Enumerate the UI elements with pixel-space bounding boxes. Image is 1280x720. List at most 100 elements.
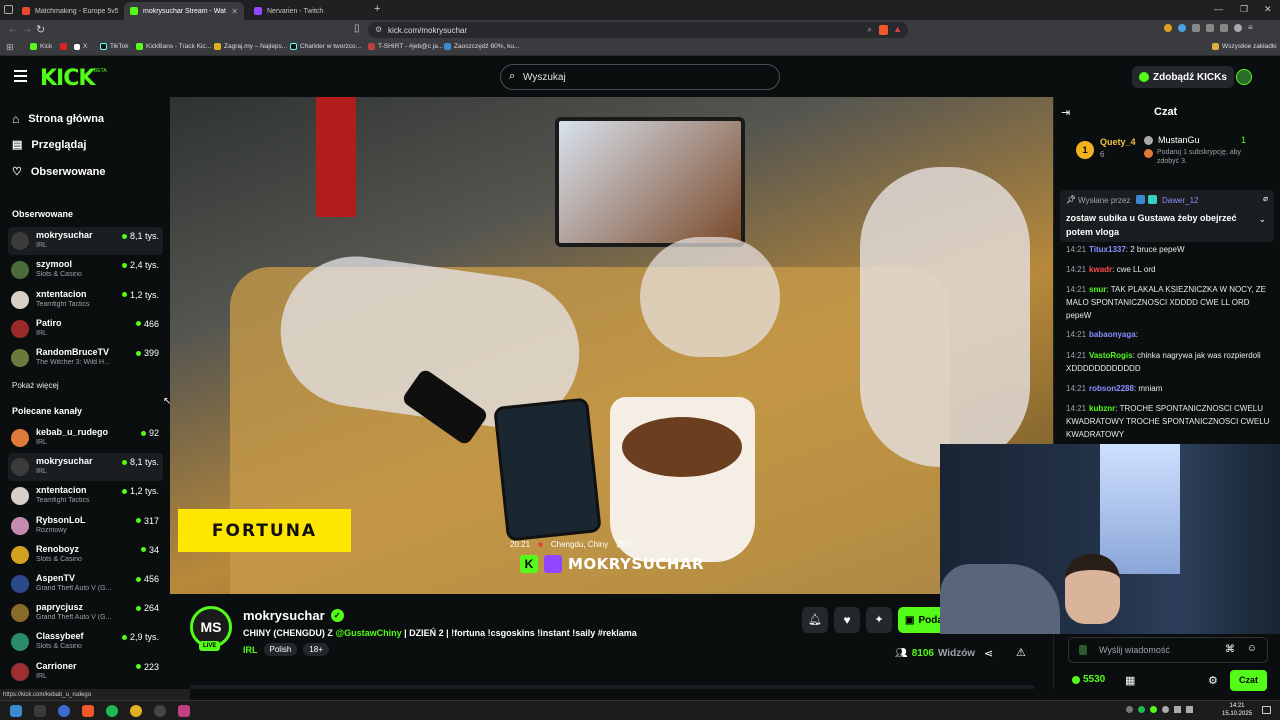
back-icon[interactable]: ← bbox=[8, 24, 18, 35]
new-tab-button[interactable]: + bbox=[374, 3, 380, 15]
user-avatar[interactable] bbox=[1236, 69, 1252, 85]
tag-chip[interactable]: Polish bbox=[263, 643, 298, 656]
apps-grid-icon[interactable]: ⊞ bbox=[6, 42, 14, 53]
chat-message[interactable]: 14:21 snur: TAK PLAKALA KSIEZNICZKA W NOC… bbox=[1066, 283, 1272, 322]
sidebar-channel[interactable]: RandomBruceTV The Witcher 3: Wild H... 399 bbox=[8, 344, 163, 372]
bookmark-charkter[interactable]: Charkter w tworzco... bbox=[290, 43, 361, 50]
obs-icon[interactable] bbox=[154, 705, 166, 717]
sidebar-channel[interactable]: AspenTV Grand Theft Auto V (G... 456 bbox=[8, 570, 163, 598]
chat-message[interactable]: 14:21 VastoRogis: chinka nagrywa jak was … bbox=[1066, 349, 1272, 375]
extension-icon[interactable] bbox=[1192, 24, 1200, 32]
close-tab-icon[interactable]: ✕ bbox=[231, 7, 238, 16]
nav-browse[interactable]: ▤ Przeglądaj bbox=[12, 138, 86, 152]
message-user[interactable]: kwadr bbox=[1089, 265, 1112, 274]
browser-icon[interactable] bbox=[58, 705, 70, 717]
share-icon[interactable]: ⋖ bbox=[984, 647, 993, 660]
sidebar-channel[interactable]: paprycjusz Grand Theft Auto V (G... 264 bbox=[8, 599, 163, 627]
sidebar-channel[interactable]: Carrioner IRL 223 bbox=[8, 658, 163, 686]
extension-icon[interactable] bbox=[1206, 24, 1214, 32]
reload-icon[interactable]: ↻ bbox=[36, 23, 45, 36]
sidebar-channel[interactable]: RybsonLoL Rozmowy 317 bbox=[8, 512, 163, 540]
hamburger-menu-icon[interactable] bbox=[14, 70, 27, 82]
bookmark-kickbans[interactable]: KickBans - Track Kic... bbox=[136, 43, 211, 50]
kick-logo[interactable]: KICK bbox=[40, 66, 95, 91]
emoji-icon[interactable]: ☺ bbox=[1247, 643, 1257, 654]
close-window-button[interactable]: ✕ bbox=[1264, 4, 1272, 15]
message-user[interactable]: VastoRogis bbox=[1089, 351, 1133, 360]
volume-icon[interactable] bbox=[1186, 706, 1193, 713]
expand-pinned-icon[interactable]: ⌄ bbox=[1258, 214, 1266, 225]
chat-message[interactable]: 14:21 kwadr: cwe LL ord bbox=[1066, 263, 1272, 276]
bookmark-zagraj[interactable]: Zagraj.my – Najleps... bbox=[214, 43, 287, 50]
notification-icon[interactable] bbox=[1262, 706, 1271, 714]
brave-rewards-icon[interactable]: ▲ bbox=[893, 24, 902, 34]
sidebar-channel[interactable]: mokrysuchar IRL 8,1 tys. bbox=[8, 453, 163, 482]
bookmark-page-icon[interactable]: ▯ bbox=[354, 23, 360, 34]
show-more-link[interactable]: Pokaż więcej bbox=[12, 381, 59, 390]
browser-tab-kick[interactable]: mokrysuchar Stream - Watch ✕ bbox=[124, 2, 244, 20]
nav-following[interactable]: ♡ Obserwowane bbox=[12, 165, 105, 179]
send-chat-button[interactable]: Czat bbox=[1230, 670, 1267, 691]
profile-icon[interactable] bbox=[1234, 24, 1242, 32]
top-gifter-2[interactable]: MustanGu 1 Podaruj 1 subskrypcję, aby zd… bbox=[1144, 134, 1274, 170]
bookmark-tshirt[interactable]: T-SHIRT - #jeb@c ja... bbox=[368, 43, 443, 50]
tray-chevron-icon[interactable] bbox=[1126, 706, 1133, 713]
streamer-name[interactable]: mokrysuchar bbox=[243, 608, 325, 623]
tray-app-icon[interactable] bbox=[1162, 706, 1169, 713]
tab-list-icon[interactable] bbox=[4, 5, 13, 14]
get-kicks-button[interactable]: Zdobądź KICKs bbox=[1132, 66, 1234, 88]
sidebar-channel[interactable]: Patiro IRL 466 bbox=[8, 315, 163, 343]
mention-link[interactable]: @GustawChiny bbox=[335, 628, 401, 638]
notifications-button[interactable]: 🔔︎ bbox=[802, 607, 828, 633]
sidebar-channel[interactable]: szymool Slots & Casino 2,4 tys. bbox=[8, 256, 163, 284]
sidebar-channel[interactable]: mokrysuchar IRL 8,1 tys. bbox=[8, 227, 163, 255]
sidebar-channel[interactable]: Classybeef Slots & Casino 2,9 tys. bbox=[8, 628, 163, 656]
bookmark-kick[interactable]: Kick bbox=[30, 43, 52, 50]
sidebar-channel[interactable]: xntentacion Teamfight Tactics 1,2 tys. bbox=[8, 286, 163, 314]
message-user[interactable]: snur bbox=[1089, 285, 1106, 294]
bookmark-tiktok[interactable]: TikTok bbox=[100, 43, 129, 50]
tray-app-icon[interactable] bbox=[1138, 706, 1145, 713]
clock[interactable]: 14:21 15.10.2025 bbox=[1222, 702, 1252, 718]
search-icon[interactable] bbox=[34, 705, 46, 717]
chrome-icon[interactable] bbox=[130, 705, 142, 717]
brave-icon[interactable] bbox=[82, 705, 94, 717]
start-icon[interactable] bbox=[10, 705, 22, 717]
gift-button[interactable]: ✦ bbox=[866, 607, 892, 633]
extension-icon[interactable] bbox=[1220, 24, 1228, 32]
forward-icon[interactable]: → bbox=[22, 24, 32, 35]
bookmark-deal[interactable]: Zaoszczędź 60%, ku... bbox=[444, 43, 519, 50]
collapse-chat-icon[interactable]: ⇥ bbox=[1061, 106, 1070, 119]
message-user[interactable]: babaonyaga bbox=[1089, 330, 1136, 339]
tray-app-icon[interactable] bbox=[1150, 706, 1157, 713]
chat-settings-icon[interactable]: ⚙ bbox=[1208, 674, 1218, 687]
chat-input[interactable]: Wyślij wiadomość ⌘ ☺ bbox=[1068, 637, 1268, 663]
bookmark-x[interactable]: X bbox=[74, 43, 87, 50]
sidebar-channel[interactable]: kebab_u_rudego IRL 92 bbox=[8, 424, 163, 452]
extension-icon[interactable] bbox=[1178, 24, 1186, 32]
brave-shields-icon[interactable] bbox=[879, 25, 888, 35]
maximize-window-button[interactable]: ❐ bbox=[1240, 4, 1248, 15]
sidebar-channel[interactable]: Renoboyz Slots & Casino 34 bbox=[8, 541, 163, 569]
tag-chip[interactable]: 18+ bbox=[303, 643, 329, 656]
browser-tab-twitch[interactable]: Nervarien - Twitch bbox=[248, 2, 366, 20]
message-user[interactable]: kubznr bbox=[1089, 404, 1115, 413]
chat-identity-icon[interactable] bbox=[1079, 645, 1087, 655]
zoom-icon[interactable]: ⌕ bbox=[868, 25, 872, 35]
chat-message[interactable]: 14:21 kubznr: TROCHE SPONTANICZNOSCI CWEL… bbox=[1066, 402, 1272, 441]
store-icon[interactable]: ▦ bbox=[1125, 674, 1135, 687]
app-icon[interactable] bbox=[178, 705, 190, 717]
sidebar-channel[interactable]: xntentacion Teamfight Tactics 1,2 tys. bbox=[8, 482, 163, 510]
report-icon[interactable]: ⚠ bbox=[1016, 646, 1026, 659]
follow-button[interactable]: ♥ bbox=[834, 607, 860, 633]
browser-tab-matchmaking[interactable]: Matchmaking - Europe 5v5 Queue - bbox=[16, 2, 124, 20]
spotify-icon[interactable] bbox=[106, 705, 118, 717]
menu-icon[interactable]: ≡ bbox=[1248, 24, 1256, 32]
message-user[interactable]: robson2288 bbox=[1089, 384, 1134, 393]
message-user[interactable]: Titux1337 bbox=[1089, 245, 1126, 254]
kicks-balance[interactable]: 5530 bbox=[1072, 674, 1105, 685]
network-icon[interactable] bbox=[1174, 706, 1181, 713]
address-input[interactable]: ⚙ kick.com/mokrysuchar ⌕ ▲ bbox=[368, 22, 908, 38]
pinned-message[interactable]: 📌︎ Wysłane przez Dawer_12 ⌀ zostaw subik… bbox=[1060, 190, 1274, 242]
chat-message[interactable]: 14:21 robson2288: mniam bbox=[1066, 382, 1272, 395]
